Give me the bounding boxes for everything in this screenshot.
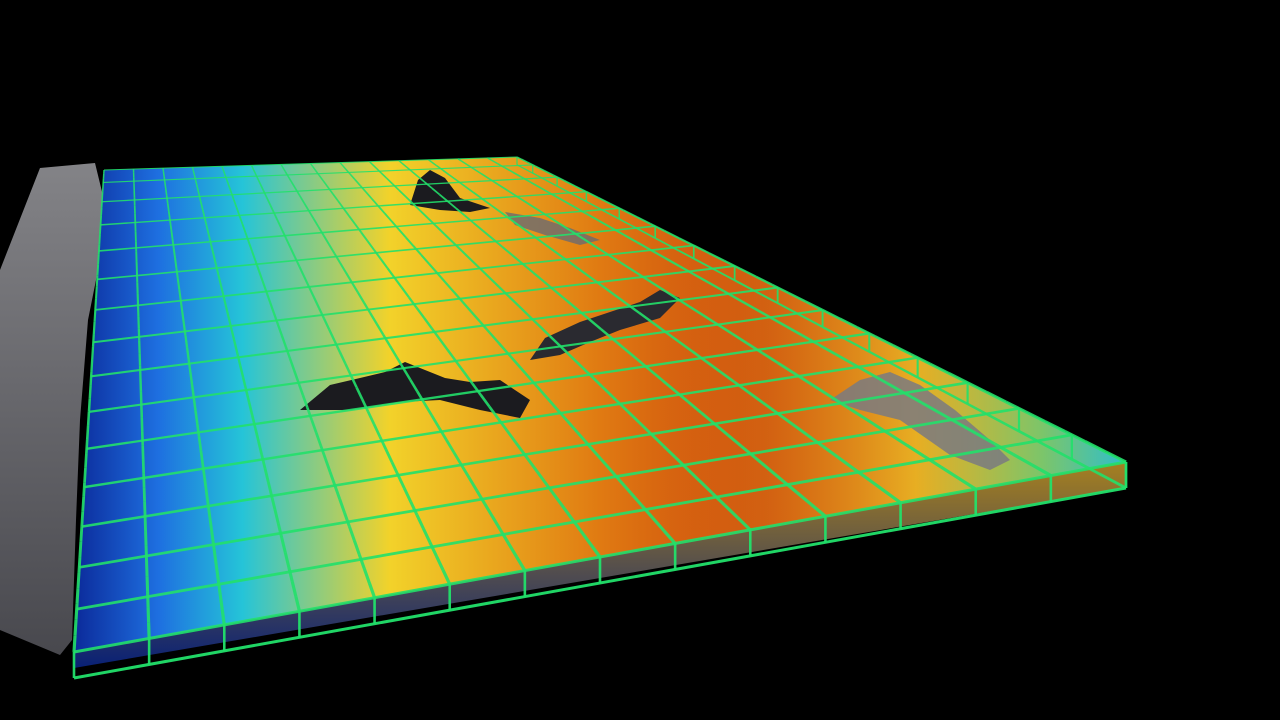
grid-line-depth — [162, 171, 165, 177]
grid-line-depth — [216, 579, 222, 595]
grid-line-depth — [197, 436, 203, 451]
grid-line-depth — [147, 622, 151, 639]
grid-line-depth — [181, 311, 185, 324]
grid-line-depth — [199, 450, 205, 465]
grid-line-depth — [214, 564, 220, 580]
grid-line-depth — [72, 635, 77, 653]
grid-line-depth — [182, 323, 187, 336]
grid-line-depth — [97, 244, 101, 255]
grid-line-depth — [81, 496, 86, 512]
volume-render-viewport[interactable] — [0, 0, 1280, 720]
grid-line-depth — [206, 505, 212, 521]
grid-line-depth — [97, 254, 100, 265]
grid-line-depth — [170, 228, 174, 239]
grid-line-depth — [91, 346, 95, 360]
grid-line-depth — [220, 609, 226, 626]
grid-line-depth — [210, 534, 216, 550]
grid-line-depth — [174, 257, 178, 269]
grid-line-depth — [88, 384, 92, 399]
grid-line-depth — [176, 278, 181, 290]
grid-line-depth — [167, 211, 171, 221]
grid-line-depth — [179, 300, 184, 313]
grid-line-depth — [184, 335, 189, 348]
grid-line-depth — [83, 467, 87, 483]
grid-line-depth — [194, 410, 199, 424]
grid-line-depth — [175, 268, 179, 279]
grid-line-depth — [77, 556, 82, 573]
grid-line-depth — [80, 511, 85, 527]
grid-line-depth — [95, 275, 99, 287]
grid-line-depth — [99, 224, 102, 235]
grid-line-depth — [171, 238, 175, 249]
grid-line-depth — [187, 359, 192, 373]
grid-line-depth — [144, 545, 149, 562]
grid-line-depth — [192, 397, 197, 411]
grid-line-depth — [163, 176, 166, 183]
grid-line-depth — [203, 477, 208, 493]
grid-line-depth — [84, 453, 88, 468]
grid-line-depth — [91, 333, 95, 347]
grid-line-depth — [87, 398, 92, 412]
grid-line-depth — [85, 439, 89, 454]
grid-line-depth — [100, 199, 104, 208]
grid-line-depth — [90, 359, 94, 373]
volume-render-canvas[interactable] — [0, 0, 1280, 720]
grid-line-depth — [164, 188, 168, 196]
grid-line-depth — [99, 215, 103, 225]
grid-line-depth — [79, 526, 84, 542]
grid-line-depth — [75, 587, 80, 604]
grid-line-depth — [172, 247, 177, 259]
grid-line-depth — [212, 549, 218, 565]
grid-line-depth — [178, 289, 182, 301]
grid-line-depth — [145, 560, 149, 577]
grid-line-depth — [94, 298, 98, 310]
grid-line-depth — [98, 234, 101, 245]
grid-line-depth — [205, 491, 210, 507]
grid-line-depth — [169, 220, 173, 230]
grid-line-depth — [201, 463, 206, 479]
grid-line-depth — [218, 594, 224, 610]
grid-line-depth — [92, 321, 96, 335]
grid-line-depth — [94, 286, 98, 299]
grid-line-depth — [145, 576, 150, 592]
grid-line-depth — [189, 371, 194, 385]
grid-line-depth — [73, 619, 78, 636]
grid-line-depth — [82, 482, 86, 497]
grid-line-depth — [100, 207, 103, 216]
grid-line-depth — [164, 181, 167, 189]
grid-line-depth — [166, 203, 170, 212]
grid-line-depth — [89, 371, 93, 386]
grid-line-depth — [185, 347, 190, 360]
grid-line-depth — [190, 384, 195, 398]
grid-line-depth — [78, 541, 83, 558]
grid-line-depth — [76, 572, 81, 589]
grid-line-depth — [85, 425, 90, 440]
grid-line-depth — [208, 520, 214, 536]
grid-line-depth — [146, 606, 151, 623]
grid-line-depth — [74, 603, 79, 620]
grid-line-depth — [86, 411, 91, 426]
grid-line-depth — [93, 309, 97, 322]
grid-line-depth — [146, 591, 150, 608]
grid-line-depth — [195, 423, 201, 437]
grid-line-depth — [96, 264, 100, 276]
grid-line-depth — [165, 195, 169, 204]
